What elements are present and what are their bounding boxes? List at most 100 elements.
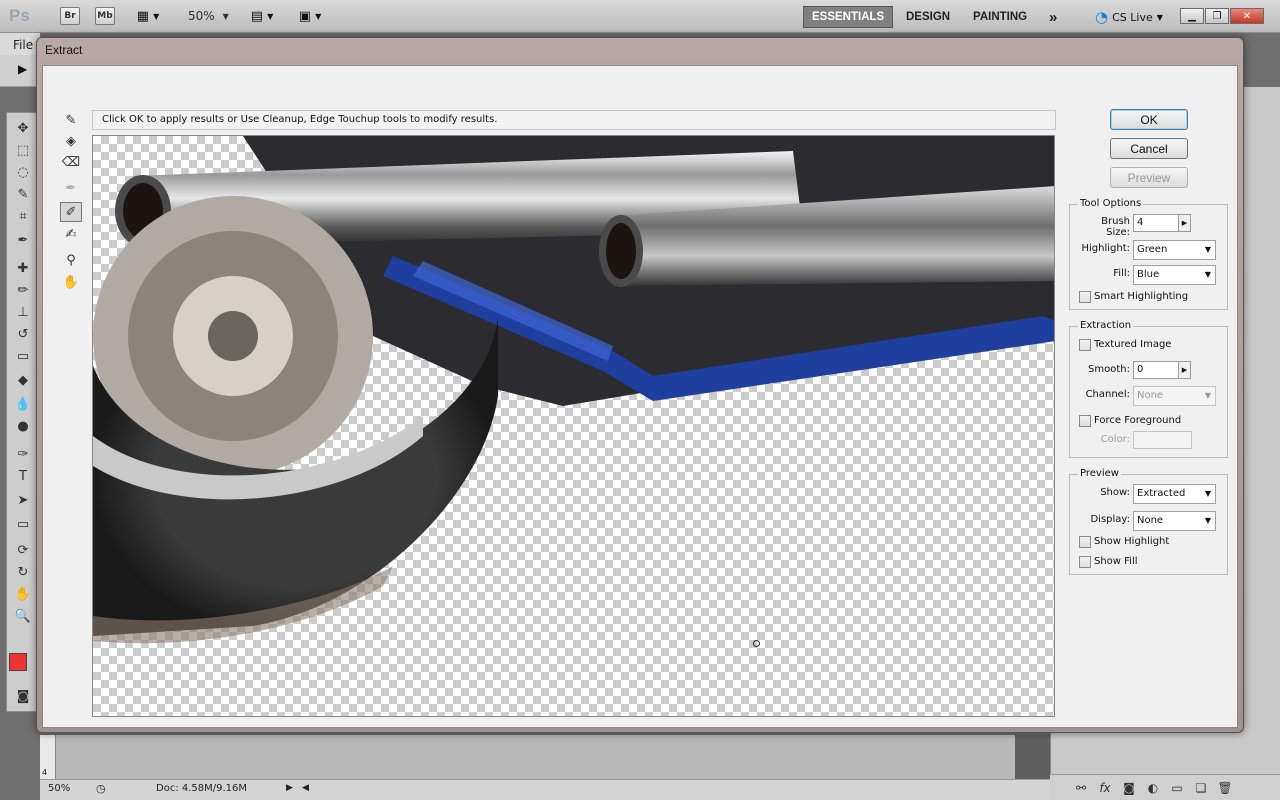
extract-dialog: Extract ✎ ◈ ⌫ ✒ ✐ ✍ ⚲ ✋ Click OK to appl… — [36, 37, 1244, 733]
layer-mask-icon[interactable]: ◙ — [1120, 780, 1138, 796]
restore-button[interactable]: ❐ — [1205, 8, 1229, 24]
edge-highlighter-icon[interactable]: ✎ — [60, 110, 82, 130]
highlight-select[interactable]: Green ▼ — [1133, 240, 1216, 260]
eraser-tool-icon[interactable]: ⌫ — [60, 152, 82, 172]
status-zoom[interactable]: 50% — [48, 783, 70, 794]
smooth-arrow[interactable]: ▶ — [1179, 361, 1191, 379]
quick-mask-icon[interactable]: ◙ — [15, 689, 31, 704]
history-brush-icon[interactable]: ↺ — [15, 327, 31, 342]
color-label: Color: — [1100, 434, 1130, 445]
status-clock-icon[interactable]: ◷ — [96, 782, 106, 795]
extract-preview-canvas[interactable] — [92, 135, 1055, 717]
color-swatch-field[interactable] — [1133, 431, 1192, 449]
workspace-painting[interactable]: PAINTING — [965, 6, 1035, 28]
move-tool-icon[interactable]: ▶ — [18, 62, 27, 76]
trash-icon[interactable]: 🗑 — [1216, 780, 1234, 796]
foreground-color-swatch[interactable] — [9, 653, 27, 671]
hand-tool-icon[interactable]: ✋ — [60, 272, 82, 292]
motorcycle-photo — [93, 136, 1054, 644]
cleanup-tool-icon[interactable]: ✐ — [60, 202, 82, 222]
clone-stamp-icon[interactable]: ⊥ — [15, 305, 31, 320]
fill-tool-icon[interactable]: ◈ — [60, 131, 82, 151]
smart-highlighting-checkbox[interactable] — [1079, 291, 1091, 303]
cs-live-icon: ◔ — [1095, 8, 1109, 26]
show-highlight-checkbox[interactable] — [1079, 536, 1091, 548]
view-extras-menu[interactable]: ▦ ▼ — [133, 8, 163, 24]
edge-touchup-icon[interactable]: ✍ — [60, 224, 82, 244]
minimize-button[interactable]: ▁ — [1180, 8, 1204, 24]
shape-tool-icon[interactable]: ▭ — [15, 517, 31, 532]
zoom-level-menu[interactable]: 50% ▼ — [188, 9, 229, 23]
quick-select-icon[interactable]: ✎ — [15, 187, 31, 202]
zoom-tool-icon[interactable]: ⚲ — [60, 250, 82, 270]
textured-image-checkbox[interactable] — [1079, 339, 1091, 351]
force-foreground-checkbox[interactable] — [1079, 415, 1091, 427]
brush-size-arrow[interactable]: ▶ — [1179, 214, 1191, 232]
smart-highlighting-label: Smart Highlighting — [1094, 291, 1189, 302]
dialog-title: Extract — [45, 43, 83, 57]
new-group-icon[interactable]: ▭ — [1168, 780, 1186, 796]
cancel-button[interactable]: Cancel — [1110, 138, 1188, 159]
highlight-label: Highlight: — [1081, 243, 1130, 254]
menu-file[interactable]: File — [13, 38, 33, 52]
chevron-down-icon: ▼ — [315, 11, 322, 21]
scroll-left-icon[interactable]: ◀ — [302, 783, 309, 793]
marquee-tool-icon[interactable]: ⬚ — [15, 143, 31, 158]
extract-tools: ✎ ◈ ⌫ ✒ ✐ ✍ ⚲ ✋ — [57, 110, 85, 295]
chevron-down-icon: ▼ — [267, 11, 274, 21]
pen-tool-icon[interactable]: ✑ — [15, 447, 31, 462]
link-layers-icon[interactable]: ⚯ — [1072, 780, 1090, 796]
mini-bridge-button[interactable]: Mb — [95, 7, 115, 25]
cs-live-label: CS Live — [1112, 10, 1153, 24]
preview-button[interactable]: Preview — [1110, 167, 1188, 188]
fill-select[interactable]: Blue ▼ — [1133, 265, 1216, 285]
chevron-down-icon: ▼ — [1156, 12, 1163, 22]
chevron-down-icon: ▼ — [1204, 391, 1211, 400]
force-foreground-label: Force Foreground — [1094, 415, 1182, 426]
eyedropper-tool-icon[interactable]: ✒ — [15, 233, 31, 248]
move-tool-icon[interactable]: ✥ — [15, 121, 31, 136]
arrange-documents-menu[interactable]: ▤ ▼ — [246, 8, 278, 24]
eraser-tool-icon[interactable]: ▭ — [15, 349, 31, 364]
bridge-button[interactable]: Br — [60, 7, 80, 25]
screen-mode-menu[interactable]: ▣ ▼ — [292, 8, 328, 24]
channel-select[interactable]: None ▼ — [1133, 386, 1216, 406]
layer-style-icon[interactable]: fx — [1096, 780, 1114, 796]
status-menu-arrow-icon[interactable]: ▶ — [286, 783, 293, 793]
lasso-tool-icon[interactable]: ◌ — [15, 165, 31, 180]
zoom-tool-icon[interactable]: 🔍 — [15, 609, 31, 624]
paint-bucket-icon[interactable]: ◆ — [15, 373, 31, 388]
path-selection-icon[interactable]: ➤ — [15, 493, 31, 508]
brush-size-input[interactable]: 4 — [1133, 214, 1179, 232]
eyedropper-tool-icon[interactable]: ✒ — [60, 178, 82, 198]
tools-panel: ✥ ⬚ ◌ ✎ ⌗ ✒ ✚ ✏ ⊥ ↺ ▭ ◆ 💧 ● ✑ T ➤ ▭ ⟳ ↻ … — [6, 112, 38, 712]
dialog-body: ✎ ◈ ⌫ ✒ ✐ ✍ ⚲ ✋ Click OK to apply result… — [42, 65, 1238, 728]
type-tool-icon[interactable]: T — [15, 469, 31, 484]
3d-rotate-icon[interactable]: ⟳ — [15, 543, 31, 558]
minimize-icon: ▁ — [1188, 10, 1196, 22]
show-select[interactable]: Extracted ▼ — [1133, 484, 1216, 504]
healing-brush-icon[interactable]: ✚ — [15, 261, 31, 276]
show-fill-checkbox[interactable] — [1079, 556, 1091, 568]
vertical-ruler: 4 — [40, 735, 56, 780]
workspace-design[interactable]: DESIGN — [898, 6, 958, 28]
more-workspaces-button[interactable]: » — [1041, 6, 1065, 28]
ok-button[interactable]: OK — [1110, 109, 1188, 130]
instruction-text: Click OK to apply results or Use Cleanup… — [92, 110, 1056, 130]
cs-live-menu[interactable]: ◔ CS Live ▼ — [1095, 8, 1163, 26]
workspace-essentials[interactable]: ESSENTIALS — [803, 6, 894, 28]
new-layer-icon[interactable]: ❏ — [1192, 780, 1210, 796]
chevron-down-icon: ▼ — [1204, 489, 1211, 498]
crop-tool-icon[interactable]: ⌗ — [15, 209, 31, 224]
chevron-down-icon: ▼ — [222, 11, 229, 21]
brush-tool-icon[interactable]: ✏ — [15, 283, 31, 298]
blur-tool-icon[interactable]: 💧 — [15, 397, 31, 412]
close-button[interactable]: ✕ — [1230, 8, 1264, 24]
hand-tool-icon[interactable]: ✋ — [15, 587, 31, 602]
tool-options-group: Tool Options Brush Size: 4 ▶ Highlight: … — [1069, 198, 1228, 310]
display-select[interactable]: None ▼ — [1133, 511, 1216, 531]
smooth-input[interactable]: 0 — [1133, 361, 1179, 379]
3d-orbit-icon[interactable]: ↻ — [15, 565, 31, 580]
adjustment-layer-icon[interactable]: ◐ — [1144, 780, 1162, 796]
dodge-tool-icon[interactable]: ● — [15, 419, 31, 434]
